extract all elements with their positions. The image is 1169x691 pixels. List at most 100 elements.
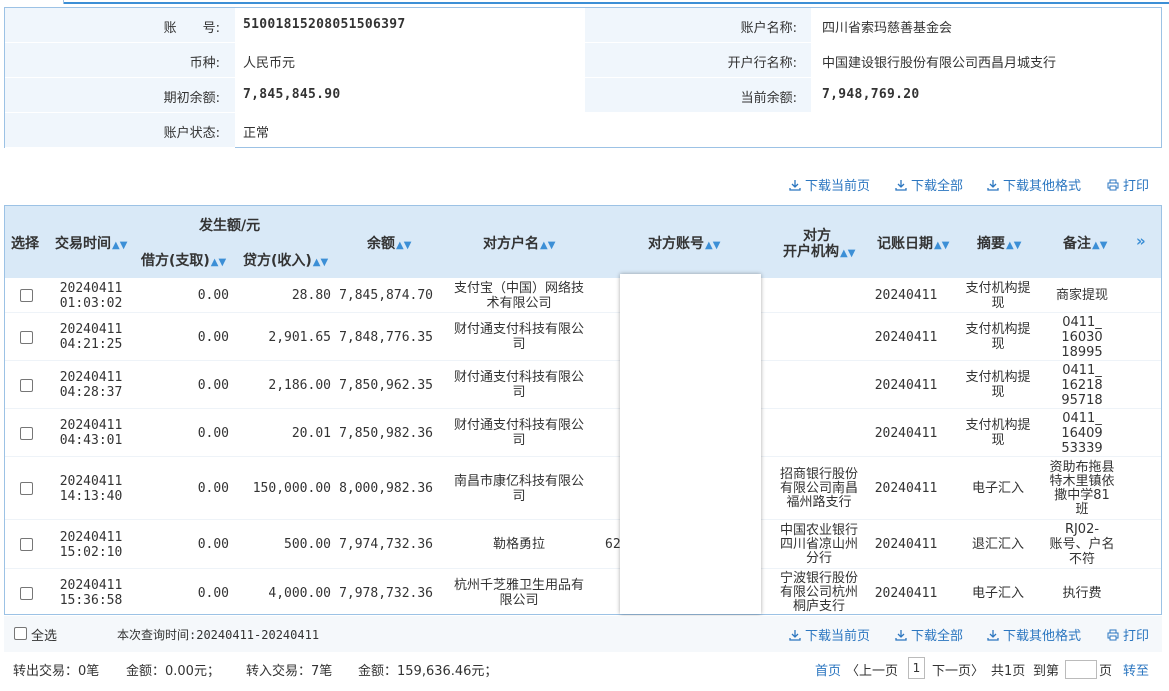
download-all-label: 下载全部 [911, 179, 964, 194]
cell-transaction-time: 20240411 04:28:37 [51, 370, 131, 400]
cell-summary-line: 支付机构提 [965, 370, 1031, 385]
download-page-label: 下载当前页 [805, 629, 871, 644]
next-page-link[interactable]: 下一页〉 [932, 660, 984, 679]
cell-balance-line: 7,848,776.35 [339, 330, 433, 345]
cell-post-date: 20240411 [871, 537, 941, 552]
cell-remark: RJ02- 账号、户名 不符 [1045, 522, 1119, 567]
cell-transaction-time-line: 20240411 [59, 418, 123, 433]
download-page-link-bottom[interactable]: 下载当前页 [789, 625, 870, 644]
info-row-currency: 币种: 人民币元 开户行名称: 中国建设银行股份有限公司西昌月城支行 [5, 43, 1161, 78]
row-checkbox[interactable] [20, 379, 33, 392]
row-checkbox[interactable] [20, 482, 33, 495]
row-checkbox[interactable] [20, 587, 33, 600]
table-row[interactable]: 20240411 14:13:40 0.00 150,000.00 8,000,982.… [5, 457, 1161, 520]
sort-icon: ▲▼ [396, 240, 412, 251]
cell-remark-line: 0411_ [1062, 411, 1102, 426]
cell-balance: 7,845,874.70 [339, 288, 433, 303]
cell-counterparty-name-line: 财付通支付科技有限公 [453, 418, 584, 433]
cell-transaction-time-line: 04:43:01 [59, 433, 123, 448]
print-label: 打印 [1123, 629, 1150, 644]
sort-icon: ▲▼ [1006, 240, 1022, 251]
download-other-format-label: 下载其他格式 [1003, 629, 1082, 644]
col-summary[interactable]: 摘要▲▼ [977, 233, 1021, 253]
download-other-format-link-bottom[interactable]: 下载其他格式 [987, 625, 1081, 644]
print-link-bottom[interactable]: 打印 [1107, 625, 1149, 644]
cell-remark: 商家提现 [1045, 288, 1119, 303]
row-checkbox[interactable] [20, 331, 33, 344]
cell-counterparty-name-line: 司 [512, 433, 526, 448]
cell-debit: 0.00 [135, 481, 229, 496]
cell-credit-line: 28.80 [291, 288, 331, 303]
table-row[interactable]: 20240411 04:43:01 0.00 20.01 7,850,982.36 财付通… [5, 409, 1161, 457]
row-checkbox[interactable] [20, 538, 33, 551]
cell-post-date-line: 20240411 [874, 288, 938, 303]
cell-balance: 7,978,732.36 [339, 586, 433, 601]
cell-transaction-time: 20240411 14:13:40 [51, 474, 131, 504]
row-checkbox[interactable] [20, 427, 33, 440]
outgoing-amount: 金额：0.00元； [126, 664, 220, 679]
download-all-label: 下载全部 [911, 629, 964, 644]
info-row-balance: 期初余额: 7,845,845.90 当前余额: 7,948,769.20 [5, 78, 1161, 113]
go-to-page-button[interactable]: 转至 [1123, 660, 1149, 679]
cell-summary-line: 支付机构提 [965, 322, 1031, 337]
cell-remark: 0411_ 16030 18995 [1045, 315, 1119, 360]
cell-remark-line: 53339 [1061, 441, 1103, 456]
download-all-link[interactable]: 下载全部 [895, 175, 963, 194]
row-checkbox[interactable] [20, 289, 33, 302]
col-balance[interactable]: 余额▲▼ [367, 233, 411, 253]
cell-summary-line: 退汇汇入 [971, 537, 1024, 552]
cell-summary-line: 现 [991, 385, 1005, 400]
cell-remark-line: 班 [1075, 502, 1089, 517]
cell-summary: 支付机构提现 [955, 418, 1041, 448]
table-row[interactable]: 20240411 04:28:37 0.00 2,186.00 7,850,962.35… [5, 361, 1161, 409]
transaction-table: 选择 交易时间▲▼ 发生额/元 借方(支取)▲▼ 贷方(收入)▲▼ 余额▲▼ 对… [4, 205, 1162, 617]
account-number-value: 51001815208051506397 [243, 17, 406, 32]
download-other-format-link[interactable]: 下载其他格式 [987, 175, 1081, 194]
cell-credit-line: 500.00 [284, 537, 331, 552]
download-page-label: 下载当前页 [805, 179, 871, 194]
cell-counterparty-bank-line: 中国农业银行 [779, 523, 858, 538]
cell-post-date-line: 20240411 [874, 586, 938, 601]
table-row[interactable]: 20240411 15:02:10 0.00 500.00 7,974,732.36 勒格… [5, 520, 1161, 569]
col-counterparty-account[interactable]: 对方账号▲▼ [648, 233, 720, 253]
cell-transaction-time-line: 20240411 [59, 578, 123, 593]
table-row[interactable]: 20240411 15:36:58 0.00 4,000.00 7,978,732.36… [5, 569, 1161, 617]
cell-remark: 执行费 [1045, 586, 1119, 601]
account-number-label: 账 号: [163, 21, 220, 36]
select-all-checkbox[interactable] [14, 627, 27, 640]
cell-post-date-line: 20240411 [874, 426, 938, 441]
cell-counterparty-bank: 宁波银行股份 有限公司杭州 桐庐支行 [775, 572, 863, 614]
goto-page-input[interactable] [1065, 660, 1097, 679]
cell-counterparty-bank-line: 招商银行股份 [779, 467, 858, 482]
col-debit[interactable]: 借方(支取)▲▼ [141, 250, 226, 270]
download-page-link[interactable]: 下载当前页 [789, 175, 870, 194]
cell-credit: 28.80 [237, 288, 331, 303]
cell-summary-line: 电子汇入 [971, 481, 1024, 496]
table-row[interactable]: 20240411 01:03:02 0.00 28.80 7,845,874.70 支付宝… [5, 278, 1161, 313]
cell-remark-line: 16030 [1061, 330, 1103, 345]
cell-counterparty-name: 支付宝（中国）网络技 术有限公司 [441, 281, 597, 311]
col-remark[interactable]: 备注▲▼ [1063, 233, 1107, 253]
cell-remark: 0411_ 16218 95718 [1045, 363, 1119, 408]
cell-post-date-line: 20240411 [874, 378, 938, 393]
cell-credit-line: 2,901.65 [268, 330, 331, 345]
col-credit[interactable]: 贷方(收入)▲▼ [243, 250, 328, 270]
cell-summary: 电子汇入 [955, 481, 1041, 496]
cell-credit: 2,901.65 [237, 330, 331, 345]
cell-credit: 150,000.00 [237, 481, 331, 496]
col-transaction-time[interactable]: 交易时间▲▼ [55, 233, 127, 253]
more-columns-icon[interactable]: » [1136, 232, 1146, 250]
current-page-number[interactable]: 1 [908, 657, 925, 679]
col-counterparty-name[interactable]: 对方户名▲▼ [483, 233, 555, 253]
print-link[interactable]: 打印 [1107, 175, 1149, 194]
download-icon [987, 629, 999, 641]
cell-remark: 0411_ 16409 53339 [1045, 411, 1119, 456]
col-post-date[interactable]: 记账日期▲▼ [877, 233, 949, 253]
cell-counterparty-name-line: 财付通支付科技有限公 [453, 322, 584, 337]
table-row[interactable]: 20240411 04:21:25 0.00 2,901.65 7,848,776.35… [5, 313, 1161, 361]
col-counterparty-bank[interactable]: 开户机构▲▼ [783, 241, 855, 261]
download-all-link-bottom[interactable]: 下载全部 [895, 625, 963, 644]
first-page-link[interactable]: 首页 [815, 660, 841, 679]
prev-page-link[interactable]: 〈上一页 [846, 660, 898, 679]
info-row-account: 账 号: 51001815208051506397 账户名称: 四川省索玛慈善基… [5, 8, 1161, 43]
